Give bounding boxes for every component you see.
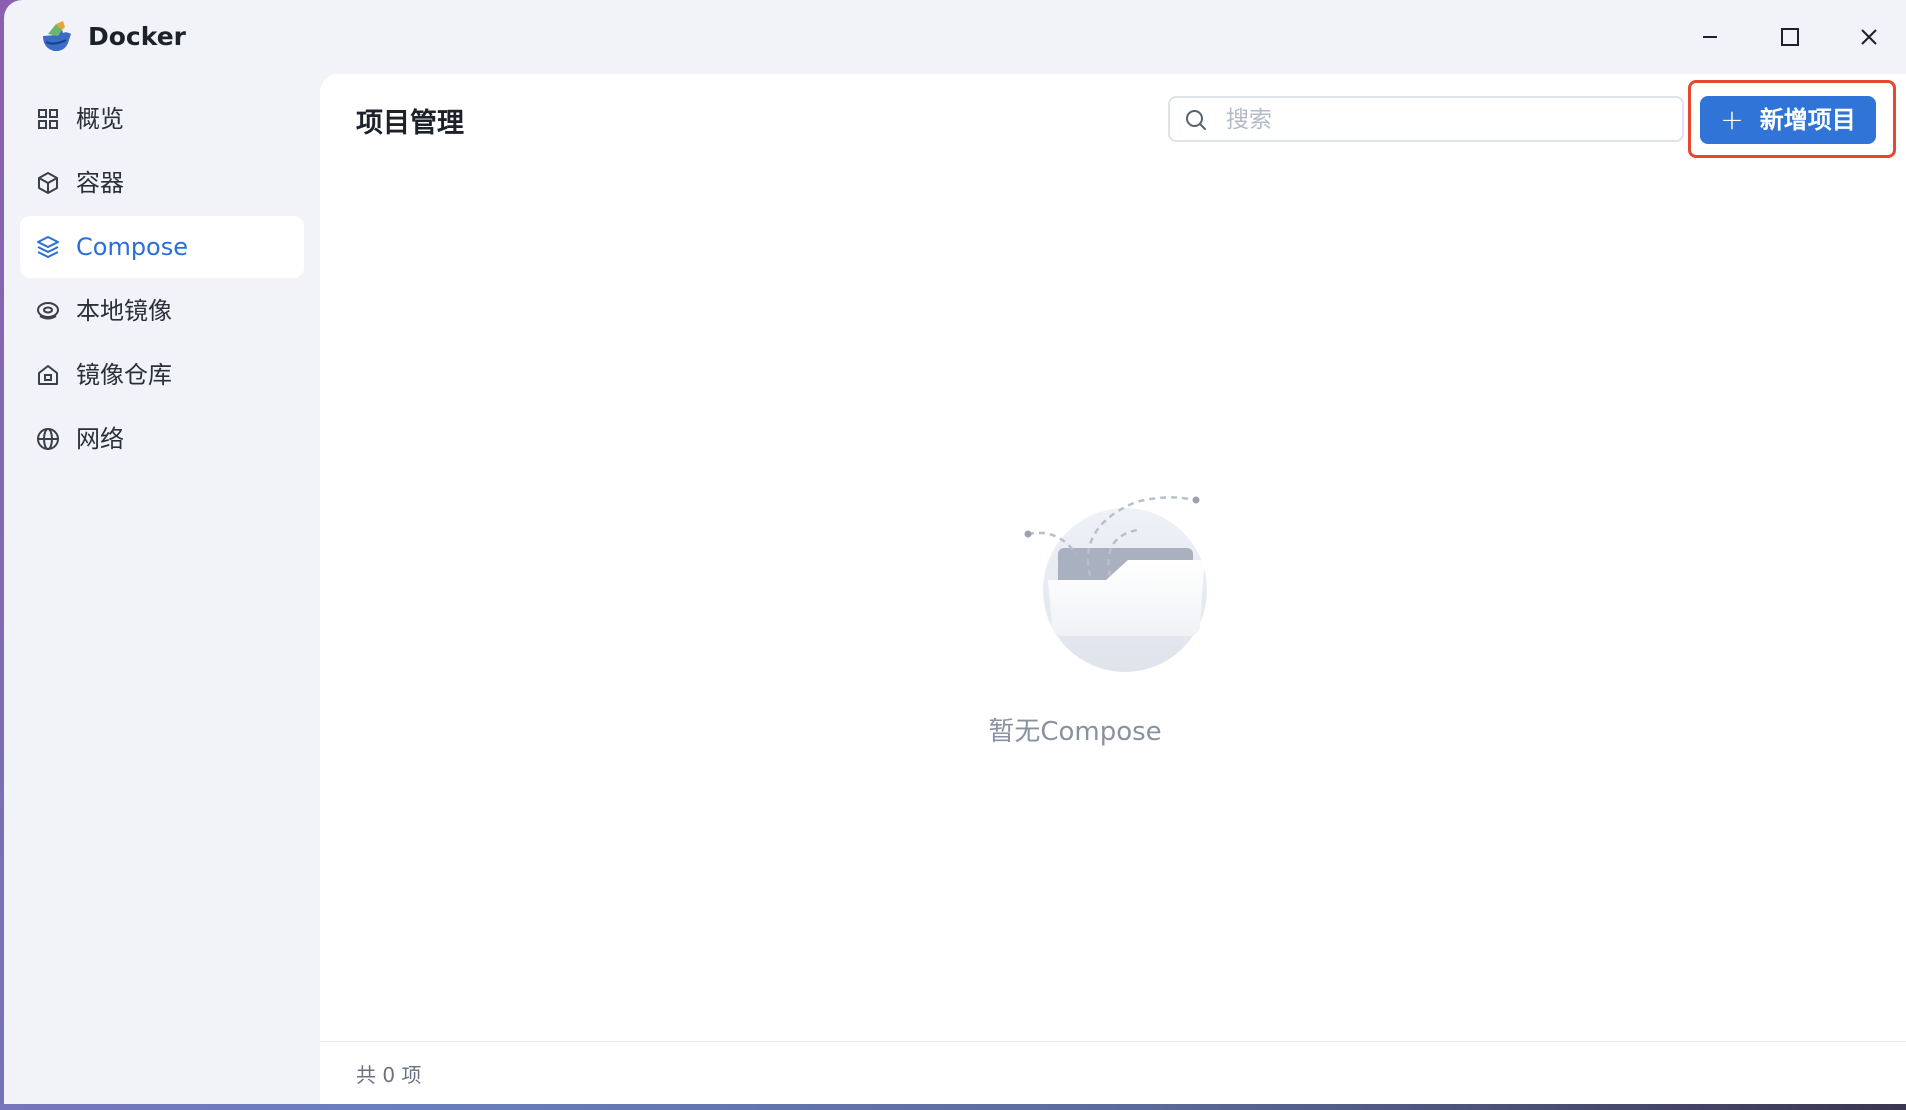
- footer-divider: [320, 1041, 1906, 1042]
- layers-icon: [37, 236, 59, 258]
- sidebar-item-compose[interactable]: Compose: [20, 216, 304, 278]
- sidebar: 概览 容器 Compose 本地镜像 镜像仓库 网络: [4, 74, 320, 1104]
- sidebar-item-network[interactable]: 网络: [20, 408, 304, 470]
- search-box[interactable]: [1168, 96, 1684, 142]
- sidebar-item-containers[interactable]: 容器: [20, 152, 304, 214]
- page-title: 项目管理: [356, 108, 464, 139]
- minimize-button[interactable]: [1690, 18, 1730, 56]
- sidebar-item-local-images[interactable]: 本地镜像: [20, 280, 304, 342]
- sidebar-item-overview[interactable]: 概览: [20, 88, 304, 150]
- globe-icon: [37, 428, 59, 450]
- add-project-button[interactable]: + 新增项目: [1700, 96, 1876, 144]
- search-input[interactable]: [1224, 104, 1668, 136]
- home-icon: [38, 365, 58, 385]
- app-title: Docker: [88, 22, 186, 51]
- minimize-icon: [1703, 36, 1717, 38]
- empty-state-text: 暂无Compose: [988, 717, 1162, 747]
- eye-disk-icon: [37, 302, 59, 320]
- close-button[interactable]: [1849, 18, 1889, 56]
- empty-folder-icon: [1024, 496, 1207, 672]
- item-count: 共 0 项: [356, 1063, 422, 1087]
- add-project-label: 新增项目: [1759, 106, 1856, 134]
- close-icon: [1861, 29, 1877, 45]
- plus-icon: +: [1720, 103, 1744, 136]
- sidebar-item-label: Compose: [76, 233, 189, 261]
- sidebar-item-label: 概览: [76, 105, 124, 133]
- docker-logo-icon: [43, 21, 71, 52]
- sidebar-item-label: 本地镜像: [76, 297, 172, 325]
- grid-icon: [38, 109, 58, 129]
- sidebar-item-label: 镜像仓库: [76, 361, 172, 389]
- cube-icon: [38, 172, 58, 194]
- app-window: Docker 概览 容器 Compose 本地镜像 镜像仓库 网络 项目管理 搜…: [4, 0, 1906, 1104]
- title-bar: Docker: [4, 0, 1906, 74]
- maximize-button[interactable]: [1770, 18, 1810, 56]
- sidebar-item-label: 容器: [76, 169, 124, 197]
- sidebar-item-image-registry[interactable]: 镜像仓库: [20, 344, 304, 406]
- main-panel: 项目管理 + 新增项目: [320, 74, 1906, 1104]
- maximize-icon: [1781, 28, 1799, 46]
- sidebar-item-label: 网络: [76, 425, 124, 453]
- search-icon: [1186, 110, 1206, 130]
